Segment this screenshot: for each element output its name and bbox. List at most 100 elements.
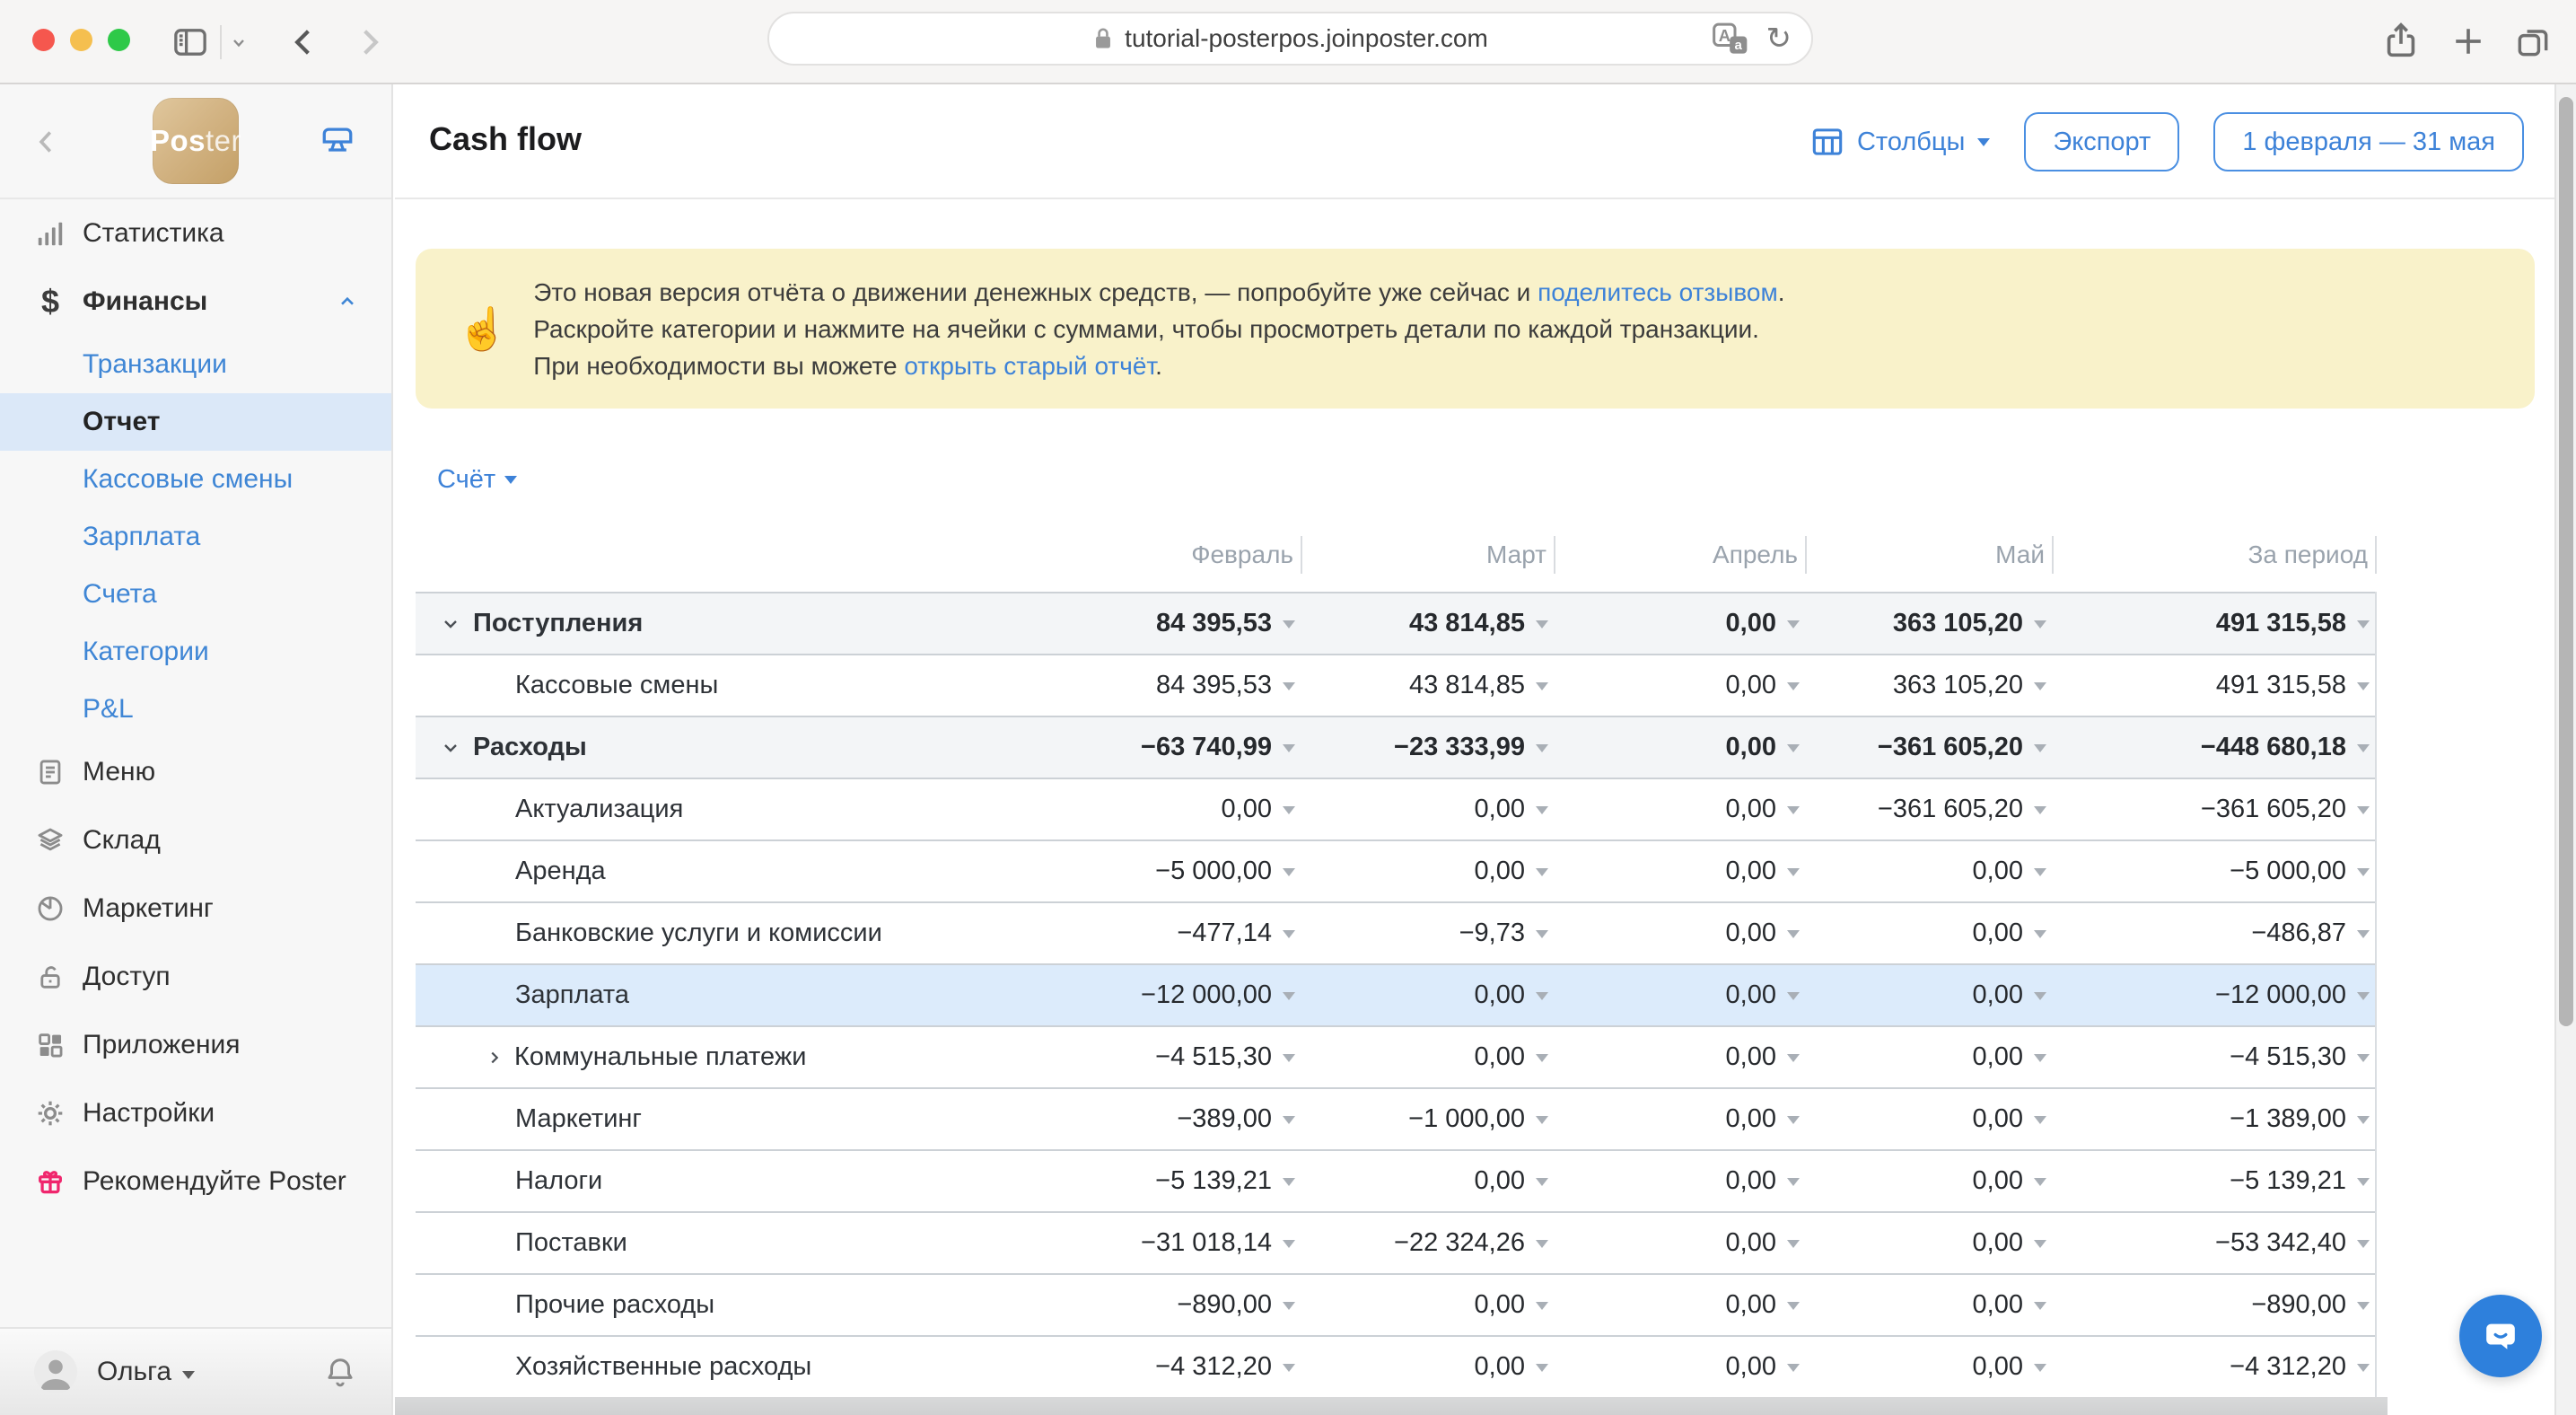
- amount-cell[interactable]: 0,00: [1554, 980, 1805, 1010]
- amount-cell[interactable]: 0,00: [1554, 795, 1805, 824]
- sidebar-item-categories[interactable]: Категории: [0, 623, 391, 681]
- column-header[interactable]: Май: [1807, 526, 2054, 584]
- amount-cell[interactable]: −12 000,00: [2052, 980, 2375, 1010]
- columns-button[interactable]: Столбцы: [1810, 127, 1990, 157]
- amount-cell[interactable]: −486,87: [2052, 918, 2375, 948]
- amount-cell[interactable]: 0,00: [1301, 1166, 1554, 1196]
- sidebar-item-recommend[interactable]: Рекомендуйте Poster: [0, 1147, 391, 1216]
- minimize-window-button[interactable]: [70, 29, 92, 51]
- column-header[interactable]: Март: [1302, 526, 1555, 584]
- export-button[interactable]: Экспорт: [2024, 112, 2179, 171]
- amount-cell[interactable]: 0,00: [1554, 733, 1805, 762]
- amount-cell[interactable]: 0,00: [1554, 671, 1805, 700]
- amount-cell[interactable]: 0,00: [1031, 795, 1301, 824]
- amount-cell[interactable]: −31 018,14: [1031, 1228, 1301, 1258]
- amount-cell[interactable]: −361 605,20: [2052, 795, 2375, 824]
- new-tab-icon[interactable]: [2449, 22, 2488, 61]
- amount-cell[interactable]: −361 605,20: [1805, 733, 2052, 762]
- share-icon[interactable]: [2380, 20, 2422, 61]
- column-header[interactable]: За период: [2054, 526, 2377, 584]
- amount-cell[interactable]: 0,00: [1301, 1042, 1554, 1072]
- avatar[interactable]: [34, 1350, 77, 1393]
- sidebar-item-salary[interactable]: Зарплата: [0, 508, 391, 566]
- amount-cell[interactable]: −4 312,20: [2052, 1352, 2375, 1382]
- amount-cell[interactable]: −5 139,21: [1031, 1166, 1301, 1196]
- amount-cell[interactable]: −448 680,18: [2052, 733, 2375, 762]
- column-header[interactable]: Апрель: [1555, 526, 1807, 584]
- user-menu-caret-icon[interactable]: [182, 1371, 195, 1379]
- amount-cell[interactable]: 0,00: [1554, 918, 1805, 948]
- fullscreen-window-button[interactable]: [108, 29, 130, 51]
- amount-cell[interactable]: 0,00: [1805, 1352, 2052, 1382]
- amount-cell[interactable]: 491 315,58: [2052, 671, 2375, 700]
- amount-cell[interactable]: −23 333,99: [1301, 733, 1554, 762]
- amount-cell[interactable]: 84 395,53: [1031, 609, 1301, 638]
- amount-cell[interactable]: −5 000,00: [2052, 857, 2375, 886]
- collapse-chevron-icon[interactable]: [441, 738, 460, 758]
- close-window-button[interactable]: [32, 29, 55, 51]
- amount-cell[interactable]: 0,00: [1805, 1166, 2052, 1196]
- amount-cell[interactable]: 0,00: [1301, 980, 1554, 1010]
- forward-button[interactable]: [350, 23, 388, 61]
- reload-icon[interactable]: ↻: [1766, 23, 1792, 54]
- amount-cell[interactable]: 43 814,85: [1301, 671, 1554, 700]
- amount-cell[interactable]: −890,00: [1031, 1290, 1301, 1320]
- amount-cell[interactable]: −4 515,30: [1031, 1042, 1301, 1072]
- amount-cell[interactable]: −1 389,00: [2052, 1104, 2375, 1134]
- amount-cell[interactable]: 43 814,85: [1301, 609, 1554, 638]
- amount-cell[interactable]: 0,00: [1301, 1352, 1554, 1382]
- translate-icon[interactable]: A a: [1711, 21, 1750, 57]
- sidebar-item-accounts[interactable]: Счета: [0, 566, 391, 623]
- amount-cell[interactable]: 0,00: [1554, 857, 1805, 886]
- amount-cell[interactable]: 0,00: [1805, 1228, 2052, 1258]
- amount-cell[interactable]: 363 105,20: [1805, 609, 2052, 638]
- amount-cell[interactable]: 0,00: [1805, 1290, 2052, 1320]
- sidebar-item-access[interactable]: Доступ: [0, 943, 391, 1011]
- amount-cell[interactable]: 0,00: [1805, 1104, 2052, 1134]
- amount-cell[interactable]: −477,14: [1031, 918, 1301, 948]
- amount-cell[interactable]: 0,00: [1805, 857, 2052, 886]
- amount-cell[interactable]: −361 605,20: [1805, 795, 2052, 824]
- share-feedback-link[interactable]: поделитесь отзывом: [1538, 278, 1778, 306]
- amount-cell[interactable]: 0,00: [1554, 1352, 1805, 1382]
- amount-cell[interactable]: −4 312,20: [1031, 1352, 1301, 1382]
- amount-cell[interactable]: 0,00: [1805, 1042, 2052, 1072]
- old-report-link[interactable]: открыть старый отчёт: [904, 352, 1155, 380]
- sidebar-item-statistics[interactable]: Статистика: [0, 199, 391, 268]
- amount-cell[interactable]: 0,00: [1805, 980, 2052, 1010]
- chevron-up-icon[interactable]: [336, 290, 359, 313]
- amount-cell[interactable]: −5 139,21: [2052, 1166, 2375, 1196]
- sidebar-item-report[interactable]: Отчет: [0, 393, 391, 451]
- amount-cell[interactable]: −22 324,26: [1301, 1228, 1554, 1258]
- address-bar[interactable]: tutorial-posterpos.joinposter.com A a ↻: [767, 12, 1813, 66]
- collapse-sidebar-icon[interactable]: [31, 126, 63, 158]
- amount-cell[interactable]: 491 315,58: [2052, 609, 2375, 638]
- amount-cell[interactable]: 0,00: [1554, 609, 1805, 638]
- amount-cell[interactable]: 0,00: [1554, 1228, 1805, 1258]
- amount-cell[interactable]: −1 000,00: [1301, 1104, 1554, 1134]
- amount-cell[interactable]: −4 515,30: [2052, 1042, 2375, 1072]
- expand-chevron-icon[interactable]: [486, 1049, 504, 1067]
- amount-cell[interactable]: 0,00: [1554, 1042, 1805, 1072]
- poster-logo[interactable]: Poster: [153, 98, 239, 184]
- amount-cell[interactable]: −890,00: [2052, 1290, 2375, 1320]
- amount-cell[interactable]: −12 000,00: [1031, 980, 1301, 1010]
- collapse-chevron-icon[interactable]: [441, 614, 460, 634]
- amount-cell[interactable]: −53 342,40: [2052, 1228, 2375, 1258]
- back-button[interactable]: [285, 23, 323, 61]
- amount-cell[interactable]: −389,00: [1031, 1104, 1301, 1134]
- amount-cell[interactable]: 0,00: [1301, 857, 1554, 886]
- amount-cell[interactable]: 0,00: [1554, 1104, 1805, 1134]
- chat-widget-button[interactable]: [2459, 1295, 2542, 1377]
- sidebar-item-warehouse[interactable]: Склад: [0, 806, 391, 874]
- amount-cell[interactable]: 0,00: [1301, 1290, 1554, 1320]
- amount-cell[interactable]: 84 395,53: [1031, 671, 1301, 700]
- column-header[interactable]: Февраль: [1033, 526, 1302, 584]
- sidebar-item-pnl[interactable]: P&L: [0, 681, 391, 738]
- sidebar-item-menu[interactable]: Меню: [0, 738, 391, 806]
- sidebar-item-transactions[interactable]: Транзакции: [0, 336, 391, 393]
- account-filter[interactable]: Счёт: [437, 465, 517, 495]
- tabs-overview-icon[interactable]: [2513, 22, 2553, 61]
- amount-cell[interactable]: 0,00: [1805, 918, 2052, 948]
- scrollbar-thumb[interactable]: [2559, 97, 2573, 1026]
